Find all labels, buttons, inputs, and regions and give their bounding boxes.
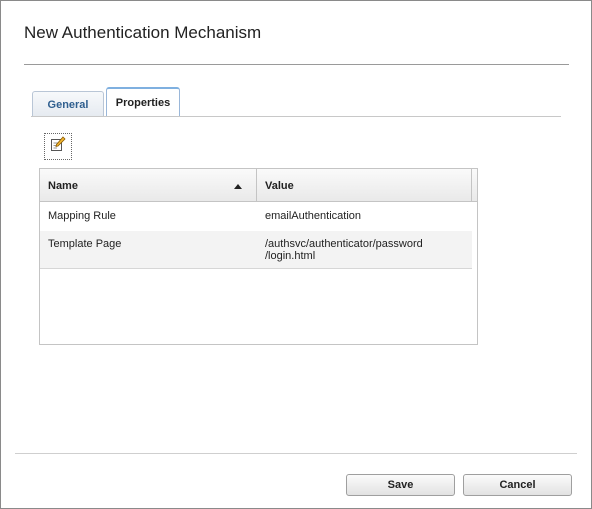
cell-name: Mapping Rule	[48, 210, 116, 222]
save-button[interactable]: Save	[346, 474, 455, 496]
edit-pencil-icon	[50, 136, 66, 157]
table-row[interactable]: Mapping Rule emailAuthentication	[40, 203, 472, 231]
sort-ascending-icon	[234, 184, 242, 189]
column-header-value-label: Value	[265, 179, 294, 192]
cancel-button[interactable]: Cancel	[463, 474, 572, 496]
grid-header: Name Value	[40, 169, 477, 202]
table-row[interactable]: Template Page /authsvc/authenticator/pas…	[40, 231, 472, 269]
cell-value: emailAuthentication	[265, 210, 362, 222]
properties-grid: Name Value Mapping Rule emailAuthenticat…	[39, 168, 478, 345]
column-header-name-label: Name	[48, 179, 78, 192]
tabs-divider	[31, 116, 561, 117]
column-header-name[interactable]: Name	[40, 169, 257, 202]
column-header-value[interactable]: Value	[257, 169, 472, 202]
dialog: New Authentication Mechanism General Pro…	[0, 0, 592, 509]
tab-properties[interactable]: Properties	[106, 87, 180, 117]
cell-name: Template Page	[48, 238, 122, 250]
cell-value: /authsvc/authenticator/password /login.h…	[265, 238, 423, 262]
title-divider	[24, 64, 569, 65]
dialog-title: New Authentication Mechanism	[24, 23, 262, 42]
edit-button[interactable]	[44, 133, 72, 160]
tab-general[interactable]: General	[32, 91, 104, 117]
footer-divider	[15, 453, 577, 454]
